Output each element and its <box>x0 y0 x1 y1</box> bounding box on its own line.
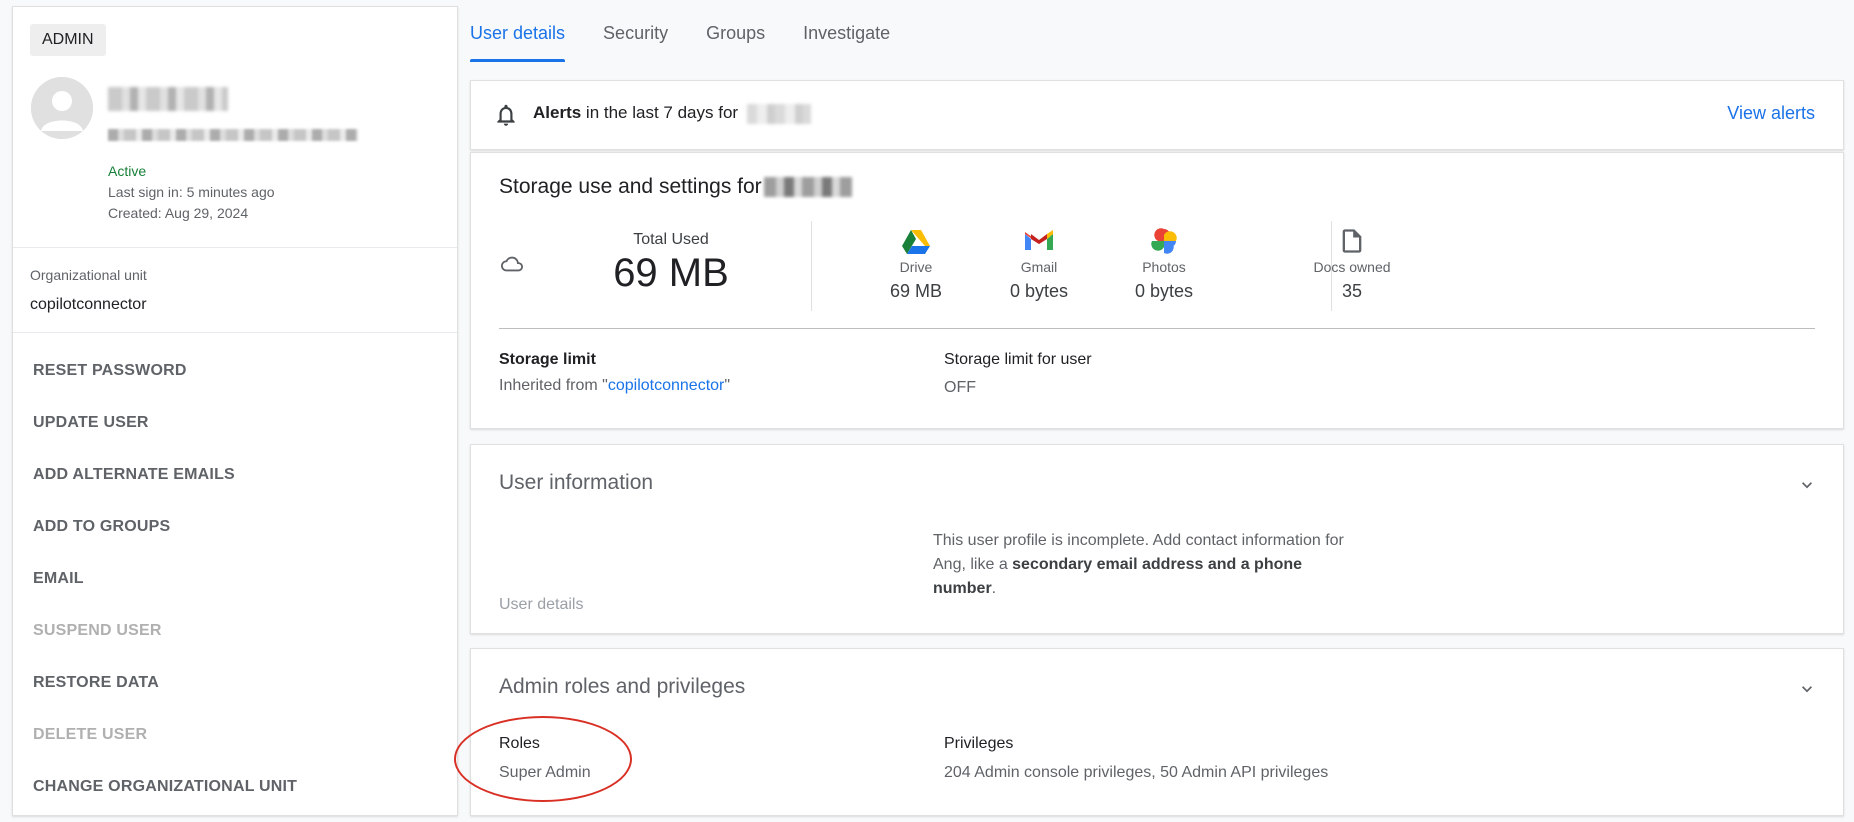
gmail-usage: Gmail 0 bytes <box>979 227 1099 302</box>
bell-icon <box>497 104 515 126</box>
docs-owned-value: 35 <box>1341 281 1363 301</box>
roles-label: Roles <box>499 735 540 752</box>
admin-roles-title[interactable]: Admin roles and privileges <box>499 675 745 699</box>
inherited-prefix: Inherited from " <box>499 377 608 394</box>
divider <box>13 332 457 333</box>
divider <box>811 221 812 311</box>
user-actions: RESET PASSWORD UPDATE USER ADD ALTERNATE… <box>33 351 297 819</box>
gmail-icon <box>1025 230 1053 250</box>
person-icon <box>31 77 93 139</box>
org-unit-label: Organizational unit <box>30 267 147 283</box>
alerts-label: Alerts <box>533 103 582 122</box>
drive-usage: Drive 69 MB <box>856 227 976 302</box>
last-sign-in: Last sign in: 5 minutes ago <box>108 184 275 200</box>
email-button[interactable]: EMAIL <box>33 559 297 611</box>
admin-badge: ADMIN <box>30 24 106 56</box>
restore-data-button[interactable]: RESTORE DATA <box>33 663 297 715</box>
photos-usage: Photos 0 bytes <box>1104 227 1224 302</box>
add-to-groups-button[interactable]: ADD TO GROUPS <box>33 507 297 559</box>
chevron-down-icon[interactable] <box>1797 475 1817 495</box>
user-storage-limit-value: OFF <box>944 379 976 396</box>
tab-groups[interactable]: Groups <box>706 0 765 62</box>
storage-title: Storage use and settings for <box>499 175 852 199</box>
inherited-suffix: " <box>724 377 731 394</box>
view-alerts-link[interactable]: View alerts <box>1727 103 1815 124</box>
roles-value: Super Admin <box>499 764 591 781</box>
delete-user-button: DELETE USER <box>33 726 148 743</box>
add-alternate-emails-button[interactable]: ADD ALTERNATE EMAILS <box>33 455 297 507</box>
reset-password-button[interactable]: RESET PASSWORD <box>33 351 297 403</box>
suspend-user-button: SUSPEND USER <box>33 622 162 639</box>
storage-limit-inherited: Inherited from "copilotconnector" <box>499 377 730 395</box>
divider <box>499 328 1815 329</box>
storage-title-text: Storage use and settings for <box>499 175 762 198</box>
docs-owned: Docs owned 35 <box>1277 227 1427 302</box>
tab-user-details[interactable]: User details <box>470 0 566 62</box>
avatar <box>31 77 93 139</box>
alerts-period: in the last 7 days for <box>585 103 739 122</box>
change-org-unit-button[interactable]: CHANGE ORGANIZATIONAL UNIT <box>33 767 297 819</box>
privileges-label: Privileges <box>944 735 1014 752</box>
profile-incomplete-message: This user profile is incomplete. Add con… <box>933 529 1353 601</box>
user-summary-panel: ADMIN Active Last sign in: 5 minutes ago… <box>12 6 458 816</box>
admin-roles-card: Admin roles and privileges Roles Super A… <box>470 648 1844 816</box>
gmail-value: 0 bytes <box>1009 281 1069 301</box>
inherited-org-unit-link[interactable]: copilotconnector <box>608 377 725 394</box>
alerts-summary: Alerts in the last 7 days for <box>533 103 811 124</box>
google-drive-icon <box>902 230 930 254</box>
docs-owned-label: Docs owned <box>1313 259 1391 275</box>
user-email-redacted <box>108 129 358 141</box>
storage-card: Storage use and settings for Total Used … <box>470 152 1844 429</box>
alerts-card: Alerts in the last 7 days for View alert… <box>470 80 1844 150</box>
tab-security[interactable]: Security <box>603 0 668 62</box>
storage-user-redacted <box>763 177 852 198</box>
user-information-title[interactable]: User information <box>499 471 653 495</box>
total-used-label: Total Used <box>633 231 709 248</box>
tab-investigate[interactable]: Investigate <box>803 0 890 62</box>
tab-bar: User details Security Groups Investigate <box>470 0 928 62</box>
org-unit-value: copilotconnector <box>30 296 147 313</box>
photos-label: Photos <box>1142 259 1186 275</box>
photos-value: 0 bytes <box>1134 281 1194 301</box>
user-information-card: User information This user profile is in… <box>470 444 1844 634</box>
drive-label: Drive <box>899 259 933 275</box>
total-used-value: 69 MB <box>613 251 729 295</box>
alerts-user-redacted <box>746 103 811 124</box>
created-date: Created: Aug 29, 2024 <box>108 205 249 221</box>
storage-limit-label: Storage limit <box>499 351 596 368</box>
profile-message-end: . <box>991 580 997 597</box>
user-details-link[interactable]: User details <box>499 596 583 614</box>
document-icon <box>1342 229 1362 253</box>
divider <box>13 247 457 248</box>
chevron-down-icon[interactable] <box>1797 679 1817 699</box>
google-photos-icon <box>1151 228 1177 254</box>
drive-value: 69 MB <box>889 281 943 301</box>
privileges-value: 204 Admin console privileges, 50 Admin A… <box>944 764 1329 781</box>
cloud-icon <box>501 256 523 272</box>
user-storage-limit-label: Storage limit for user <box>944 351 1092 368</box>
user-name-redacted <box>108 87 228 111</box>
gmail-label: Gmail <box>1020 259 1058 275</box>
update-user-button[interactable]: UPDATE USER <box>33 403 297 455</box>
status-badge: Active <box>108 163 147 179</box>
